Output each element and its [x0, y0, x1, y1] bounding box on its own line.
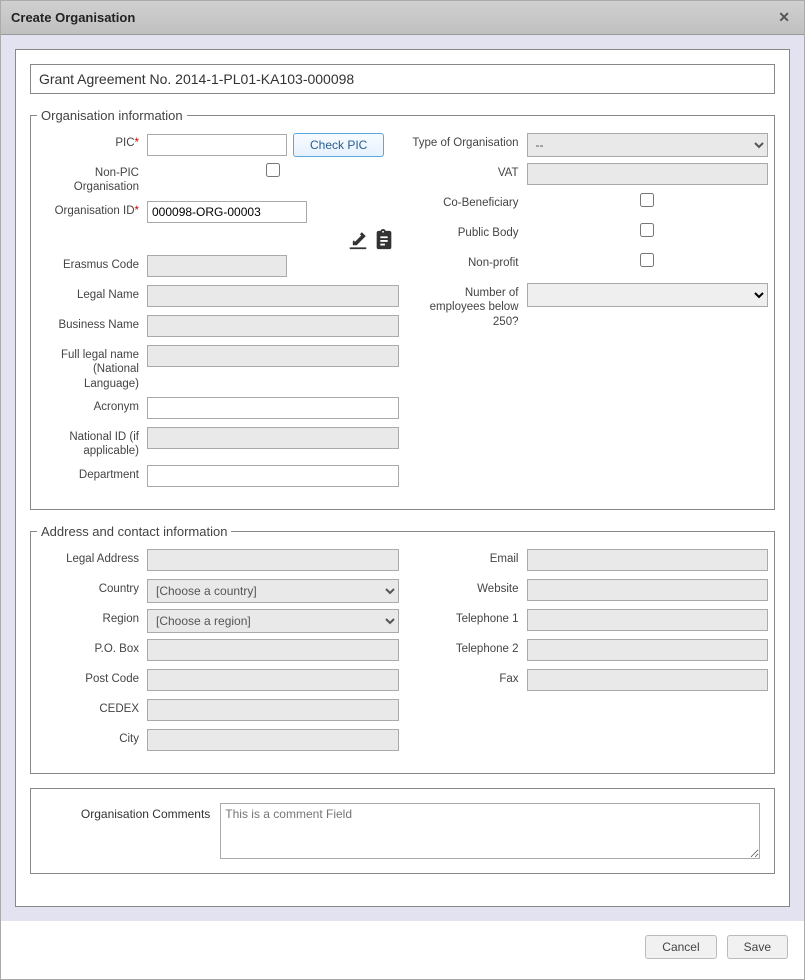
comments-fieldset: Organisation Comments: [30, 788, 775, 874]
cobenef-checkbox[interactable]: [640, 193, 654, 207]
organisation-info-fieldset: Organisation information PIC Check PIC: [30, 108, 775, 510]
nationalid-label: National ID (if applicable): [37, 427, 147, 459]
tel2-label: Telephone 2: [407, 639, 527, 656]
region-select[interactable]: [Choose a region]: [147, 609, 399, 633]
nonprofit-label: Non-profit: [407, 253, 527, 270]
legaladdr-label: Legal Address: [37, 549, 147, 566]
nationalid-input[interactable]: [147, 427, 399, 449]
postcode-input[interactable]: [147, 669, 399, 691]
legaladdr-input[interactable]: [147, 549, 399, 571]
website-input[interactable]: [527, 579, 769, 601]
email-input[interactable]: [527, 549, 769, 571]
department-label: Department: [37, 465, 147, 482]
orgid-input[interactable]: [147, 201, 307, 223]
cancel-button[interactable]: Cancel: [645, 935, 716, 959]
erasmus-input[interactable]: [147, 255, 287, 277]
erasmus-icons: [37, 229, 399, 251]
tel1-input[interactable]: [527, 609, 769, 631]
dialog-footer: Cancel Save: [1, 921, 804, 979]
employees-select[interactable]: [527, 283, 769, 307]
close-icon[interactable]: ✕: [774, 9, 794, 26]
clipboard-icon[interactable]: [373, 229, 395, 251]
acronym-label: Acronym: [37, 397, 147, 414]
pic-label: PIC: [37, 133, 147, 150]
create-organisation-dialog: Create Organisation ✕ Grant Agreement No…: [0, 0, 805, 980]
save-button[interactable]: Save: [727, 935, 788, 959]
orgid-label: Organisation ID: [37, 201, 147, 218]
check-pic-button[interactable]: Check PIC: [293, 133, 384, 157]
cedex-label: CEDEX: [37, 699, 147, 716]
dialog-body: Grant Agreement No. 2014-1-PL01-KA103-00…: [1, 35, 804, 921]
address-legend: Address and contact information: [37, 524, 231, 539]
legalname-input[interactable]: [147, 285, 399, 307]
fax-input[interactable]: [527, 669, 769, 691]
pobox-input[interactable]: [147, 639, 399, 661]
businessname-input[interactable]: [147, 315, 399, 337]
department-input[interactable]: [147, 465, 399, 487]
businessname-label: Business Name: [37, 315, 147, 332]
erasmus-label: Erasmus Code: [37, 255, 147, 272]
pobox-label: P.O. Box: [37, 639, 147, 656]
type-label: Type of Organisation: [407, 133, 527, 150]
org-right-column: Type of Organisation -- VAT: [407, 133, 769, 495]
employees-label: Number of employees below 250?: [407, 283, 527, 329]
organisation-info-legend: Organisation information: [37, 108, 187, 123]
city-label: City: [37, 729, 147, 746]
nonpic-checkbox[interactable]: [266, 163, 280, 177]
vat-label: VAT: [407, 163, 527, 180]
titlebar: Create Organisation ✕: [1, 1, 804, 35]
fax-label: Fax: [407, 669, 527, 686]
acronym-input[interactable]: [147, 397, 399, 419]
website-label: Website: [407, 579, 527, 596]
publicbody-label: Public Body: [407, 223, 527, 240]
nonprofit-checkbox[interactable]: [640, 253, 654, 267]
email-label: Email: [407, 549, 527, 566]
fullname-input[interactable]: [147, 345, 399, 367]
tel1-label: Telephone 1: [407, 609, 527, 626]
nonpic-label: Non-PIC Organisation: [37, 163, 147, 195]
city-input[interactable]: [147, 729, 399, 751]
fullname-label: Full legal name (National Language): [37, 345, 147, 391]
legalname-label: Legal Name: [37, 285, 147, 302]
region-label: Region: [37, 609, 147, 626]
dialog-title: Create Organisation: [11, 10, 135, 25]
postcode-label: Post Code: [37, 669, 147, 686]
pic-input[interactable]: [147, 134, 287, 156]
comments-label: Organisation Comments: [45, 803, 210, 859]
main-panel: Grant Agreement No. 2014-1-PL01-KA103-00…: [15, 49, 790, 907]
addr-right-column: Email Website Telephone 1 Telephone: [407, 549, 769, 759]
org-left-column: PIC Check PIC Non-PIC Organisation: [37, 133, 399, 495]
grant-agreement-box: Grant Agreement No. 2014-1-PL01-KA103-00…: [30, 64, 775, 94]
address-fieldset: Address and contact information Legal Ad…: [30, 524, 775, 774]
tel2-input[interactable]: [527, 639, 769, 661]
comments-textarea[interactable]: [220, 803, 760, 859]
type-select[interactable]: --: [527, 133, 769, 157]
publicbody-checkbox[interactable]: [640, 223, 654, 237]
vat-input[interactable]: [527, 163, 769, 185]
cedex-input[interactable]: [147, 699, 399, 721]
addr-left-column: Legal Address Country [Choose a country]…: [37, 549, 399, 759]
country-select[interactable]: [Choose a country]: [147, 579, 399, 603]
cobenef-label: Co-Beneficiary: [407, 193, 527, 210]
eraser-icon[interactable]: [347, 229, 369, 251]
country-label: Country: [37, 579, 147, 596]
